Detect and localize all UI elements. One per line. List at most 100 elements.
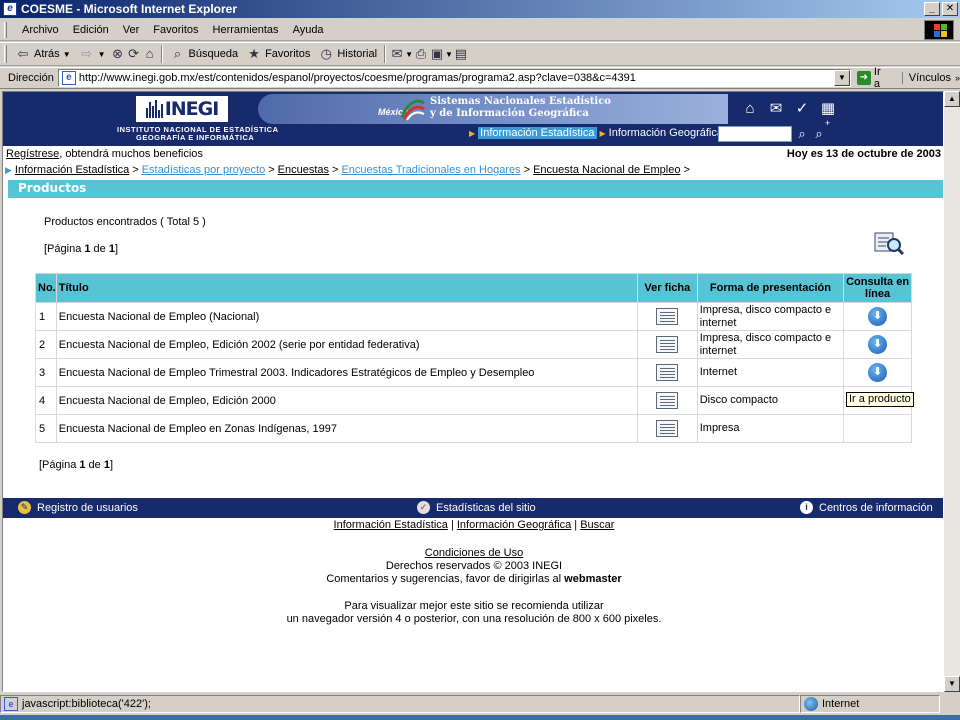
- menu-favoritos[interactable]: Favoritos: [146, 24, 205, 36]
- table-row: 3 Encuesta Nacional de Empleo Trimestral…: [35, 358, 912, 387]
- chevron-down-icon[interactable]: ▼: [405, 50, 413, 59]
- mail-icon[interactable]: ✉: [767, 101, 785, 117]
- stop-icon[interactable]: ⊗: [110, 46, 126, 62]
- column-header-consulta: Consulta en línea: [843, 273, 912, 303]
- discuss-icon[interactable]: ▤: [453, 46, 469, 62]
- header-search-input[interactable]: [718, 126, 792, 142]
- breadcrumb-item[interactable]: Estadísticas por proyecto: [142, 164, 266, 176]
- row-title: Encuesta Nacional de Empleo (Nacional): [55, 302, 638, 331]
- row-title: Encuesta Nacional de Empleo, Edición 200…: [55, 330, 638, 359]
- nav-informacion-estadistica[interactable]: Información Estadística: [478, 127, 597, 139]
- go-button[interactable]: ➜ Ir a: [856, 66, 890, 90]
- footer-registro[interactable]: ✎ Registro de usuarios: [18, 501, 138, 514]
- chevron-down-icon[interactable]: ▼: [63, 50, 71, 59]
- status-bar: e javascript:biblioteca('422'); Internet: [0, 694, 960, 714]
- links-button[interactable]: Vínculos »: [901, 72, 960, 84]
- menu-ayuda[interactable]: Ayuda: [286, 24, 331, 36]
- chevron-down-icon[interactable]: ▼: [833, 70, 850, 86]
- page-icon: e: [61, 71, 76, 85]
- download-arrow-icon[interactable]: ⬇: [868, 335, 888, 354]
- inegi-logo[interactable]: INEGI: [136, 96, 228, 122]
- page-icon: e: [4, 697, 18, 711]
- menu-edicion[interactable]: Edición: [66, 24, 116, 36]
- print-icon[interactable]: ⎙: [413, 46, 429, 62]
- forward-button[interactable]: ⇨ ▼: [75, 46, 110, 62]
- footer-centros[interactable]: i Centros de información: [800, 501, 933, 514]
- menu-ver[interactable]: Ver: [116, 24, 147, 36]
- fact-sheet-icon[interactable]: [656, 420, 679, 437]
- footer-link-stats[interactable]: Información Estadística: [334, 519, 448, 531]
- scroll-up-icon[interactable]: ▲: [944, 91, 960, 107]
- breadcrumb-item[interactable]: Información Estadística: [15, 164, 129, 176]
- chevron-down-icon[interactable]: ▼: [445, 50, 453, 59]
- history-button[interactable]: ◷ Historial: [314, 46, 381, 62]
- snieg-banner[interactable]: México Sistemas Nacionales Estadístico y…: [258, 94, 728, 124]
- back-button[interactable]: ⇦ Atrás ▼: [11, 46, 75, 62]
- column-header-title: Título: [55, 273, 638, 303]
- footer-link-search[interactable]: Buscar: [580, 519, 614, 531]
- magnify-document-icon[interactable]: [873, 230, 905, 256]
- footer-estadisticas[interactable]: ✓ Estadísticas del sitio: [417, 501, 536, 514]
- scroll-down-icon[interactable]: ▼: [944, 676, 960, 692]
- minimize-button[interactable]: _: [924, 2, 940, 16]
- search-button[interactable]: ⌕ Búsqueda: [166, 46, 243, 62]
- breadcrumb-item[interactable]: Encuestas: [278, 164, 329, 176]
- fact-sheet-icon[interactable]: [656, 392, 679, 409]
- breadcrumb-item[interactable]: Encuestas Tradicionales en Hogares: [341, 164, 520, 176]
- edit-icon[interactable]: ▣: [429, 46, 445, 62]
- row-num: 4: [35, 386, 57, 415]
- download-arrow-icon[interactable]: ⬇: [868, 363, 888, 382]
- breadcrumb-item[interactable]: Encuesta Nacional de Empleo: [533, 164, 680, 176]
- footer-link-geo[interactable]: Información Geográfica: [457, 519, 571, 531]
- row-title: Encuesta Nacional de Empleo Trimestral 2…: [55, 358, 638, 387]
- row-num: 1: [35, 302, 57, 331]
- history-icon: ◷: [320, 46, 332, 61]
- row-num: 5: [35, 414, 57, 443]
- column-header-ficha: Ver ficha: [636, 273, 698, 303]
- fact-sheet-icon[interactable]: [656, 364, 679, 381]
- table-row: 5 Encuesta Nacional de Empleo en Zonas I…: [35, 414, 912, 443]
- address-url: http://www.inegi.gob.mx/est/contenidos/e…: [78, 72, 636, 84]
- current-date: Hoy es 13 de octubre de 2003: [786, 148, 941, 160]
- comments-line: Comentarios y sugerencias, favor de diri…: [326, 573, 622, 585]
- footer-links: Información Estadística | Información Ge…: [333, 519, 615, 531]
- refresh-icon[interactable]: ⟳: [126, 46, 142, 62]
- close-button[interactable]: ✕: [942, 2, 958, 16]
- row-forma: Impresa, disco compacto e internet: [696, 330, 845, 359]
- row-title: Encuesta Nacional de Empleo en Zonas Ind…: [55, 414, 638, 443]
- menu-archivo[interactable]: Archivo: [15, 24, 66, 36]
- back-arrow-icon: ⇦: [17, 46, 29, 61]
- favorites-button[interactable]: ★ Favoritos: [242, 46, 314, 62]
- menu-herramientas[interactable]: Herramientas: [206, 24, 286, 36]
- nav-informacion-geografica[interactable]: Información Geográfica: [609, 127, 723, 139]
- pager-bottom: [Página 1 de 1]: [39, 459, 114, 471]
- windows-logo-icon: [924, 20, 954, 40]
- register-line: Regístrese, obtendrá muchos beneficios: [6, 148, 203, 160]
- home-icon[interactable]: ⌂: [142, 46, 158, 62]
- status-text: javascript:biblioteca('422');: [22, 698, 151, 710]
- triangle-right-icon: ▶: [5, 164, 12, 175]
- chevron-down-icon[interactable]: ▼: [98, 50, 106, 59]
- conditions-link[interactable]: Condiciones de Uso: [425, 547, 523, 559]
- address-input[interactable]: e http://www.inegi.gob.mx/est/contenidos…: [57, 69, 851, 87]
- download-arrow-icon[interactable]: ⬇: [868, 307, 888, 326]
- row-forma: Impresa: [696, 414, 845, 443]
- webmaster-link[interactable]: webmaster: [564, 573, 621, 585]
- fact-sheet-icon[interactable]: [656, 308, 679, 325]
- products-found: Productos encontrados ( Total 5 ): [44, 216, 206, 228]
- search-icon: ⌕: [173, 46, 182, 61]
- fact-sheet-icon[interactable]: [656, 336, 679, 353]
- mail-icon[interactable]: ✉: [389, 46, 405, 62]
- home-icon[interactable]: ⌂: [741, 101, 759, 117]
- banner-line2: y de Información Geográfica: [430, 108, 589, 119]
- vertical-scrollbar[interactable]: ▲ ▼: [944, 91, 960, 692]
- check-icon[interactable]: ✓: [793, 101, 811, 117]
- row-num: 2: [35, 330, 57, 359]
- search-icon[interactable]: ⌕: [794, 126, 810, 142]
- triangle-right-icon: ▶: [599, 128, 606, 138]
- advanced-search-icon[interactable]: ⌕: [811, 126, 827, 142]
- header-icons: ⌂ ✉ ✓ ▦: [741, 101, 837, 117]
- recommend-line1: Para visualizar mejor este sitio se reco…: [344, 600, 604, 612]
- sitemap-icon[interactable]: ▦: [819, 101, 837, 117]
- register-link[interactable]: Regístrese: [6, 148, 59, 160]
